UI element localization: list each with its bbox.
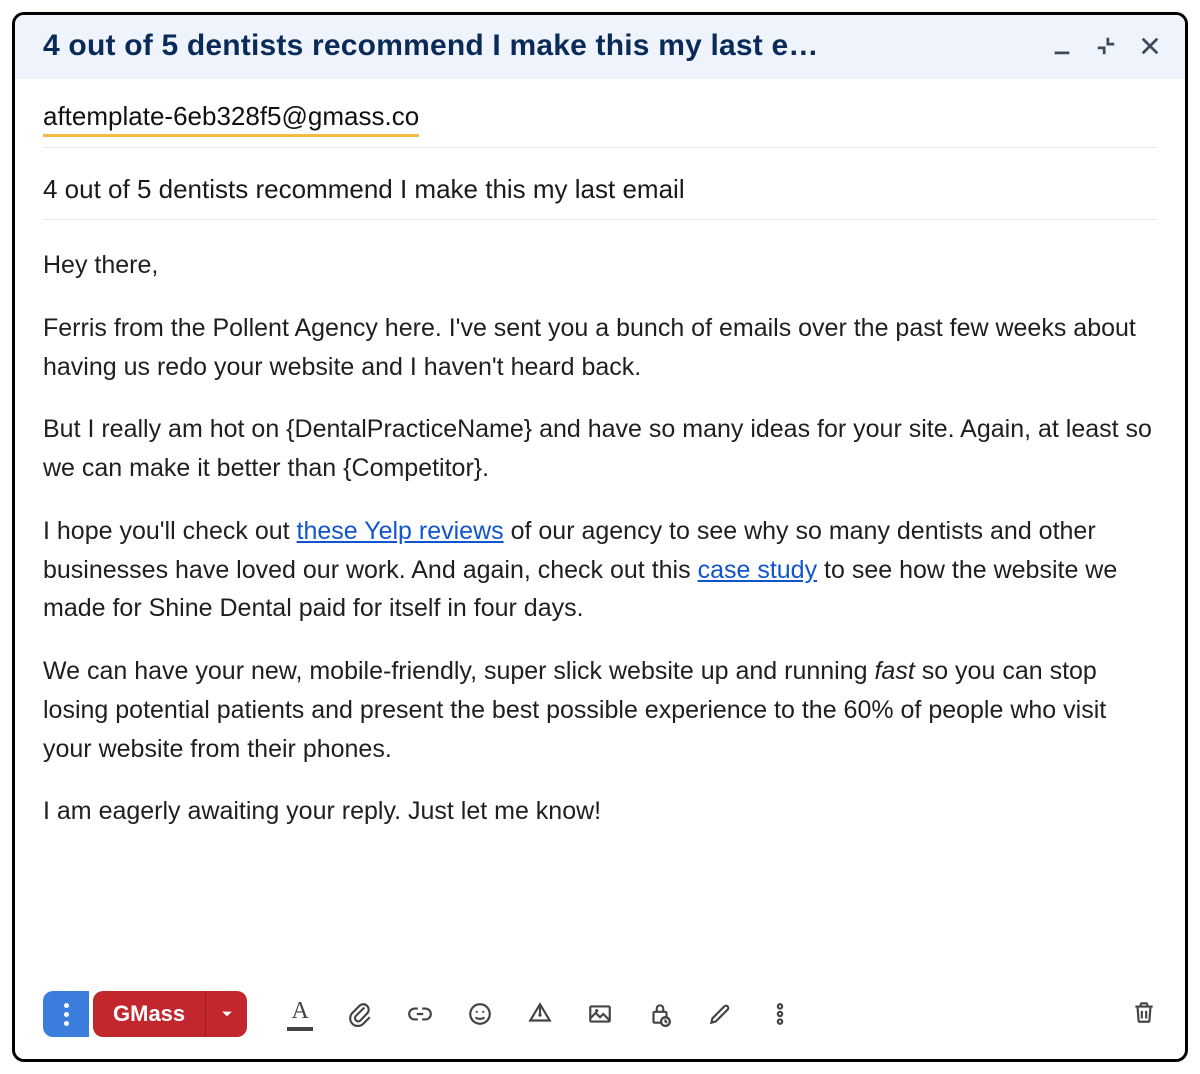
insert-photo-button[interactable]: [585, 999, 615, 1029]
gmass-dropdown-button[interactable]: [205, 991, 247, 1037]
more-options-button[interactable]: [765, 999, 795, 1029]
body-text: We can have your new, mobile-friendly, s…: [43, 657, 874, 685]
text-format-button[interactable]: A: [285, 999, 315, 1029]
recipients-field[interactable]: aftemplate-6eb328f5@gmass.co: [43, 79, 1157, 148]
insert-signature-button[interactable]: [705, 999, 735, 1029]
recipient-chip[interactable]: aftemplate-6eb328f5@gmass.co: [43, 101, 419, 137]
body-paragraph: Ferris from the Pollent Agency here. I'v…: [43, 309, 1157, 387]
collapse-icon: [1095, 35, 1117, 57]
compose-toolbar: GMass A: [15, 973, 1185, 1059]
trash-icon: [1131, 999, 1157, 1025]
format-a-icon: A: [291, 998, 308, 1025]
drive-button[interactable]: [525, 999, 555, 1029]
compose-title: 4 out of 5 dentists recommend I make thi…: [43, 29, 819, 63]
emoji-icon: [467, 1001, 493, 1027]
vertical-dots-icon: [64, 1003, 69, 1026]
more-vertical-icon: [767, 1001, 793, 1027]
drive-icon: [527, 1001, 553, 1027]
lock-clock-icon: [647, 1001, 673, 1027]
format-toolbar: A: [285, 999, 795, 1029]
caret-down-icon: [221, 1008, 233, 1020]
restore-down-button[interactable]: [1095, 35, 1117, 57]
yelp-reviews-link[interactable]: these Yelp reviews: [297, 517, 504, 545]
compose-window: 4 out of 5 dentists recommend I make thi…: [12, 12, 1188, 1062]
insert-link-button[interactable]: [405, 999, 435, 1029]
send-options-button[interactable]: [43, 991, 89, 1037]
subject-field[interactable]: 4 out of 5 dentists recommend I make thi…: [43, 148, 1157, 220]
compose-content: aftemplate-6eb328f5@gmass.co 4 out of 5 …: [15, 79, 1185, 973]
window-controls: [1051, 35, 1161, 57]
paperclip-icon: [347, 1001, 373, 1027]
subject-text: 4 out of 5 dentists recommend I make thi…: [43, 174, 1157, 205]
gmass-send-button[interactable]: GMass: [93, 991, 247, 1037]
body-text: I hope you'll check out: [43, 517, 297, 545]
pen-icon: [707, 1001, 733, 1027]
close-button[interactable]: [1139, 35, 1161, 57]
case-study-link[interactable]: case study: [698, 556, 818, 584]
minimize-button[interactable]: [1051, 35, 1073, 57]
attach-file-button[interactable]: [345, 999, 375, 1029]
message-body[interactable]: Hey there, Ferris from the Pollent Agenc…: [43, 220, 1157, 973]
minimize-icon: [1051, 35, 1073, 57]
discard-draft-button[interactable]: [1131, 999, 1157, 1030]
body-paragraph: But I really am hot on {DentalPracticeNa…: [43, 410, 1157, 488]
confidential-mode-button[interactable]: [645, 999, 675, 1029]
body-paragraph: I hope you'll check out these Yelp revie…: [43, 512, 1157, 628]
body-greeting: Hey there,: [43, 246, 1157, 285]
insert-emoji-button[interactable]: [465, 999, 495, 1029]
compose-titlebar: 4 out of 5 dentists recommend I make thi…: [15, 15, 1185, 79]
body-emphasis: fast: [874, 657, 914, 685]
close-icon: [1139, 35, 1161, 57]
body-paragraph: We can have your new, mobile-friendly, s…: [43, 652, 1157, 768]
link-icon: [407, 1001, 433, 1027]
body-paragraph: I am eagerly awaiting your reply. Just l…: [43, 792, 1157, 831]
gmass-label: GMass: [93, 991, 205, 1037]
image-icon: [587, 1001, 613, 1027]
